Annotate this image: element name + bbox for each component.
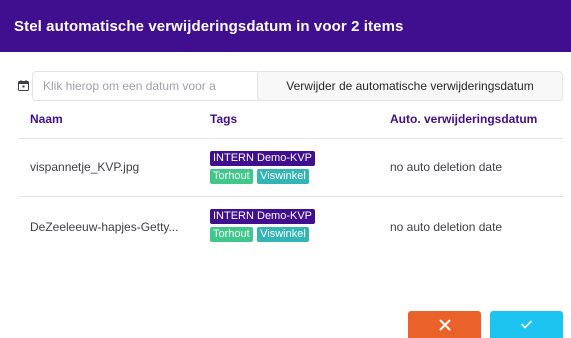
table-divider: [18, 138, 563, 139]
cancel-button[interactable]: [408, 311, 481, 338]
tag-badge: Viswinkel: [257, 169, 309, 184]
tag-list: INTERN Demo-KVP Torhout Viswinkel: [210, 209, 380, 245]
close-icon: [439, 319, 450, 330]
confirm-button[interactable]: [490, 311, 563, 338]
tag-list: INTERN Demo-KVP Torhout Viswinkel: [210, 151, 380, 187]
dialog-title: Stel automatische verwijderingsdatum in …: [14, 17, 404, 35]
auto-delete-dialog: Stel automatische verwijderingsdatum in …: [0, 0, 571, 338]
column-header-tags[interactable]: Tags: [210, 112, 237, 126]
tag-badge: Torhout: [210, 227, 253, 242]
date-row: Verwijder de automatische verwijderingsd…: [18, 71, 563, 101]
date-input[interactable]: [32, 71, 261, 101]
tag-badge: Viswinkel: [257, 227, 309, 242]
file-name: vispannetje_KVP.jpg: [30, 160, 140, 174]
column-header-auto-delete-date[interactable]: Auto. verwijderingsdatum: [390, 112, 537, 126]
file-name: DeZeeleeuw-hapjes-Getty...: [30, 220, 179, 234]
calendar-icon[interactable]: [18, 80, 29, 91]
auto-delete-date: no auto deletion date: [390, 160, 503, 174]
tag-badge: INTERN Demo-KVP: [210, 209, 316, 224]
dialog-header: Stel automatische verwijderingsdatum in …: [0, 0, 571, 52]
auto-delete-date: no auto deletion date: [390, 220, 503, 234]
tag-badge: INTERN Demo-KVP: [210, 151, 316, 166]
column-header-name[interactable]: Naam: [30, 112, 63, 126]
check-icon: [521, 320, 532, 329]
table-divider: [18, 196, 563, 197]
tag-badge: Torhout: [210, 169, 253, 184]
remove-auto-delete-button[interactable]: Verwijder de automatische verwijderingsd…: [257, 71, 563, 101]
